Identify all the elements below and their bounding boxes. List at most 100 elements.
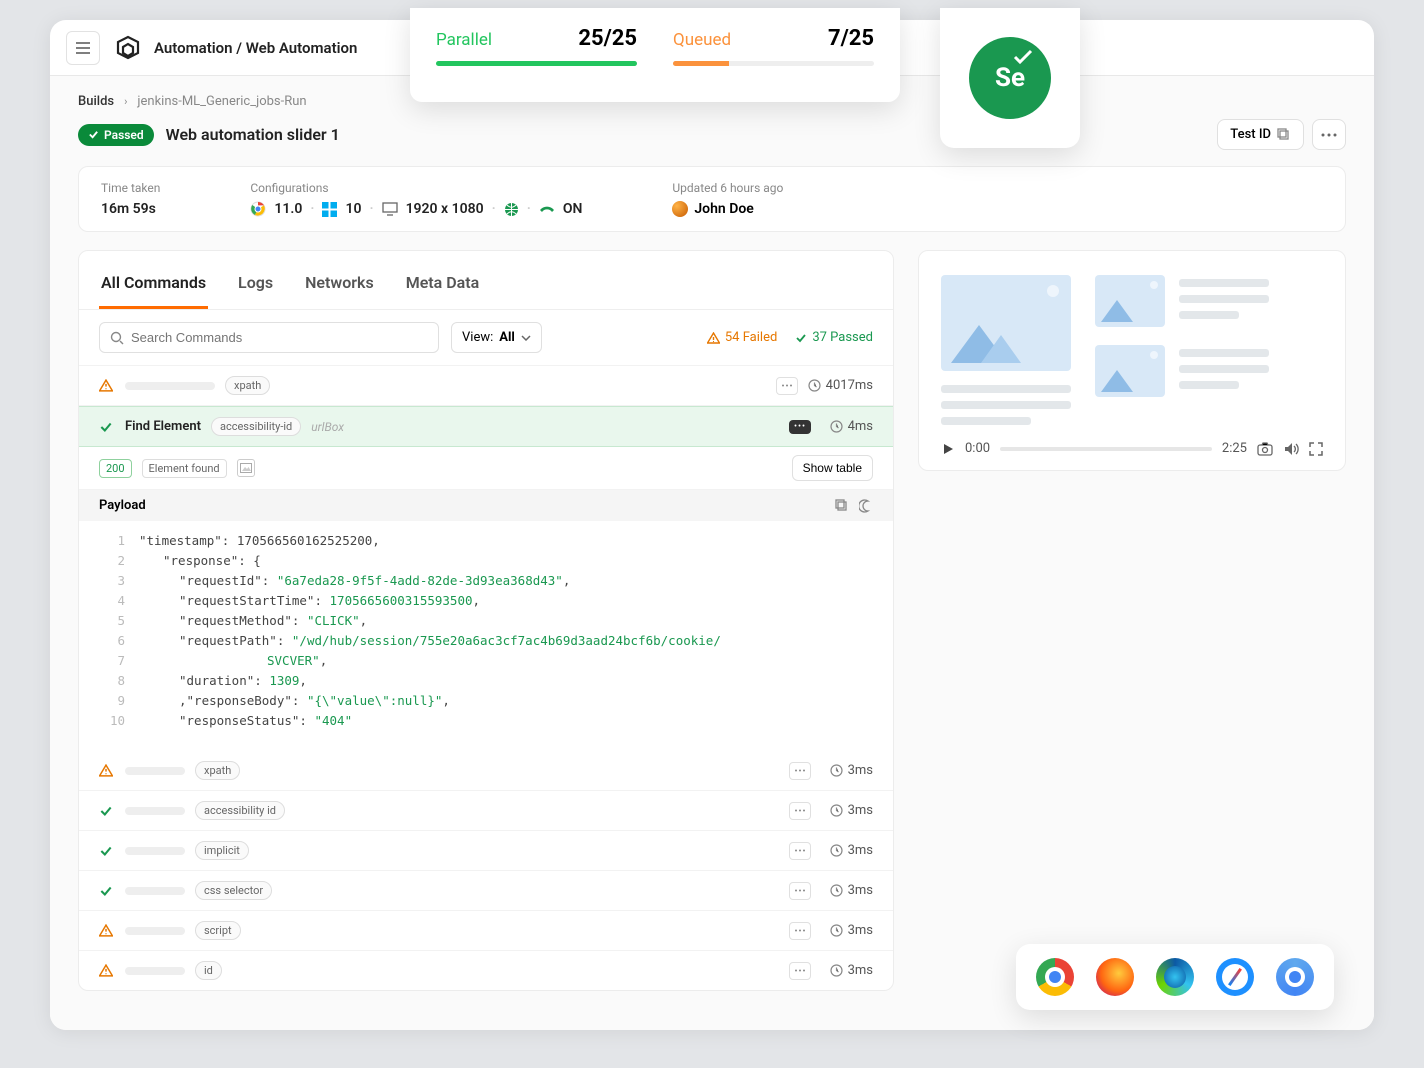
windows-icon xyxy=(322,202,337,217)
command-row[interactable]: css selector 3ms xyxy=(79,871,893,911)
command-row[interactable]: implicit 3ms xyxy=(79,831,893,871)
payload-code: 1"timestamp": 170566560162525200, 2"resp… xyxy=(79,521,893,751)
signal-icon xyxy=(539,203,555,215)
menu-button[interactable] xyxy=(66,31,100,65)
play-icon[interactable] xyxy=(941,442,955,456)
command-meta-row: 200 Element found Show table xyxy=(79,447,893,490)
command-name: Find Element xyxy=(125,419,201,434)
user-name: John Doe xyxy=(694,201,753,217)
search-input[interactable] xyxy=(131,330,428,345)
row-more-button[interactable] xyxy=(789,842,811,860)
command-sub: urlBox xyxy=(311,420,344,434)
resolution-value: 1920 x 1080 xyxy=(406,201,484,217)
config-label: Configurations xyxy=(250,181,582,195)
row-time: 3ms xyxy=(821,763,873,778)
clock-icon xyxy=(830,844,843,857)
clock-icon xyxy=(830,764,843,777)
row-time: 3ms xyxy=(821,883,873,898)
warning-icon xyxy=(707,332,720,344)
row-more-button[interactable] xyxy=(789,802,811,820)
locator-chip: script xyxy=(195,921,241,940)
clock-icon xyxy=(830,964,843,977)
search-icon xyxy=(110,331,124,345)
screenshot-thumb-icon[interactable] xyxy=(237,459,255,477)
row-more-button[interactable] xyxy=(789,882,811,900)
row-time: 4ms xyxy=(821,419,873,434)
chrome-icon xyxy=(1036,958,1074,996)
avatar xyxy=(672,201,688,217)
check-icon xyxy=(99,804,113,818)
passed-count: 37 Passed xyxy=(795,330,873,345)
check-icon xyxy=(1013,49,1033,65)
safari-icon xyxy=(1216,958,1254,996)
row-time: 3ms xyxy=(821,963,873,978)
clock-icon xyxy=(830,420,843,433)
show-table-button[interactable]: Show table xyxy=(792,455,873,481)
tab-meta-data[interactable]: Meta Data xyxy=(404,263,482,309)
row-time: 3ms xyxy=(821,923,873,938)
monitor-icon xyxy=(382,202,398,216)
clock-icon xyxy=(830,924,843,937)
edge-icon xyxy=(1156,958,1194,996)
tab-logs[interactable]: Logs xyxy=(236,263,275,309)
volume-icon[interactable] xyxy=(1283,442,1299,456)
command-row[interactable]: xpath 4017ms xyxy=(79,366,893,406)
element-found-chip: Element found xyxy=(142,459,227,478)
video-progress[interactable] xyxy=(1000,447,1212,451)
video-thumb-large xyxy=(941,275,1071,371)
view-label: View: xyxy=(462,330,493,345)
command-row[interactable]: accessibility id 3ms xyxy=(79,791,893,831)
check-icon xyxy=(88,129,99,140)
chevron-right-icon: › xyxy=(124,95,127,108)
row-more-button[interactable] xyxy=(789,922,811,940)
locator-chip: implicit xyxy=(195,841,249,860)
dark-mode-icon[interactable] xyxy=(859,499,873,513)
chevron-down-icon xyxy=(521,335,531,341)
info-panel: Time taken 16m 59s Configurations 11.0 ·… xyxy=(78,166,1346,232)
command-row[interactable]: id 3ms xyxy=(79,951,893,990)
camera-icon[interactable] xyxy=(1257,442,1273,456)
app-logo-icon xyxy=(114,34,142,62)
failed-count: 54 Failed xyxy=(707,330,777,345)
row-more-button[interactable] xyxy=(789,762,811,780)
on-label: ON xyxy=(563,201,583,217)
status-row: Passed Web automation slider 1 Test ID xyxy=(78,119,1346,150)
skeleton-text xyxy=(125,767,185,775)
breadcrumb-child[interactable]: jenkins-ML_Generic_jobs-Run xyxy=(137,94,306,109)
row-more-button[interactable]: ••• xyxy=(789,420,811,434)
tab-networks[interactable]: Networks xyxy=(303,263,376,309)
view-filter-select[interactable]: View: All xyxy=(451,322,542,353)
payload-title: Payload xyxy=(99,498,146,513)
breadcrumb-root[interactable]: Builds xyxy=(78,94,114,109)
row-more-button[interactable] xyxy=(776,377,798,395)
skeleton-text xyxy=(125,807,185,815)
video-time-end: 2:25 xyxy=(1222,441,1247,456)
hamburger-icon xyxy=(75,42,91,54)
fullscreen-icon[interactable] xyxy=(1309,442,1323,456)
app-window: Automation / Web Automation Builds › jen… xyxy=(50,20,1374,1030)
video-box: 0:00 2:25 xyxy=(918,250,1346,471)
filter-row: View: All 54 Failed 37 Passed xyxy=(79,310,893,366)
tab-all-commands[interactable]: All Commands xyxy=(99,263,208,309)
os-version: 10 xyxy=(345,201,361,217)
check-icon xyxy=(99,844,113,858)
skeleton-text xyxy=(125,382,215,390)
row-more-button[interactable] xyxy=(789,962,811,980)
content-area: Builds › jenkins-ML_Generic_jobs-Run Pas… xyxy=(50,76,1374,1030)
app-breadcrumb: Automation / Web Automation xyxy=(154,39,357,57)
test-id-button[interactable]: Test ID xyxy=(1217,119,1304,150)
payload-header: Payload xyxy=(79,490,893,521)
copy-icon[interactable] xyxy=(835,499,849,513)
command-row-active[interactable]: Find Element accessibility-id urlBox •••… xyxy=(79,406,893,447)
search-input-wrap[interactable] xyxy=(99,322,439,353)
locator-chip: accessibility-id xyxy=(211,417,301,436)
check-icon xyxy=(795,332,807,344)
parallel-value: 25/25 xyxy=(578,26,637,51)
more-button[interactable] xyxy=(1312,119,1346,150)
clock-icon xyxy=(830,804,843,817)
commands-panel: All Commands Logs Networks Meta Data Vie… xyxy=(78,250,894,991)
command-row[interactable]: xpath 3ms xyxy=(79,751,893,791)
copy-icon xyxy=(1277,128,1291,142)
command-row[interactable]: script 3ms xyxy=(79,911,893,951)
skeleton-text xyxy=(125,967,185,975)
